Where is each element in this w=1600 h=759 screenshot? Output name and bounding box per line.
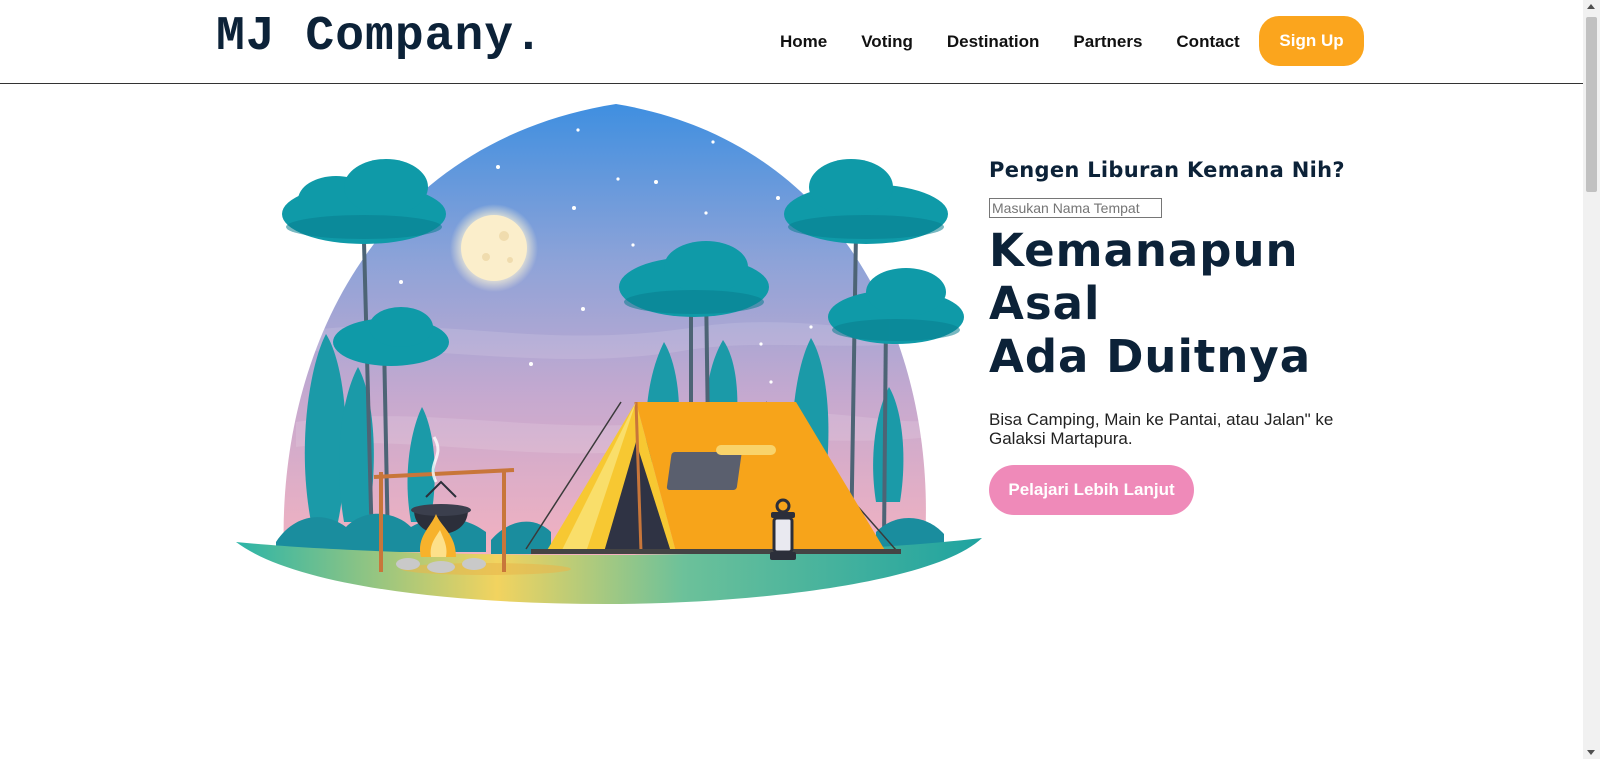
nav-partners[interactable]: Partners bbox=[1073, 32, 1142, 52]
scroll-up-arrow-icon[interactable] bbox=[1587, 4, 1595, 9]
logo[interactable]: MJ Company. bbox=[216, 10, 544, 64]
nav-contact[interactable]: Contact bbox=[1176, 32, 1239, 52]
hero-description: Bisa Camping, Main ke Pantai, atau Jalan… bbox=[989, 410, 1334, 448]
camping-illustration-icon bbox=[236, 104, 982, 604]
hero-subtitle: Pengen Liburan Kemana Nih? bbox=[989, 158, 1345, 182]
hero-content: Pengen Liburan Kemana Nih? Kemanapun Asa… bbox=[989, 158, 1389, 515]
scroll-down-arrow-icon[interactable] bbox=[1587, 750, 1595, 755]
learn-more-button[interactable]: Pelajari Lebih Lanjut bbox=[989, 465, 1194, 515]
signup-button[interactable]: Sign Up bbox=[1259, 16, 1364, 66]
nav-voting[interactable]: Voting bbox=[861, 32, 913, 52]
nav-links: Home Voting Destination Partners Contact bbox=[780, 0, 1240, 84]
place-search-input[interactable] bbox=[989, 198, 1162, 218]
navbar: MJ Company. Home Voting Destination Part… bbox=[0, 0, 1583, 84]
hero-headline-line2: Ada Duitnya bbox=[989, 330, 1312, 383]
hero-headline-line1: Kemanapun Asal bbox=[989, 224, 1299, 330]
nav-home[interactable]: Home bbox=[780, 32, 827, 52]
scrollbar-thumb[interactable] bbox=[1586, 17, 1597, 192]
hero-headline: Kemanapun Asal Ada Duitnya bbox=[989, 224, 1389, 383]
nav-destination[interactable]: Destination bbox=[947, 32, 1040, 52]
